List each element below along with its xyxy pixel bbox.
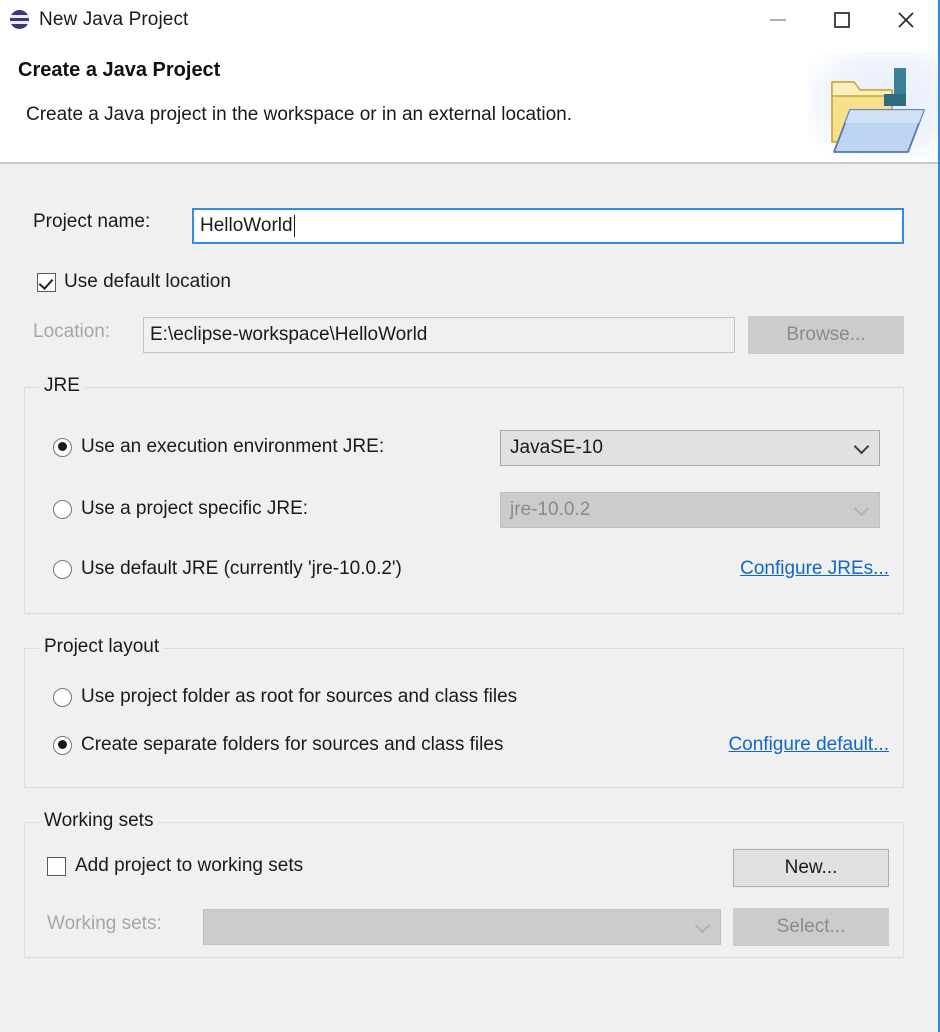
working-sets-row: Working sets:: [47, 913, 162, 935]
text-caret: [293, 215, 296, 237]
chevron-down-icon: [853, 500, 870, 517]
maximize-button[interactable]: [810, 0, 874, 40]
layout-option-project-folder-root[interactable]: Use project folder as root for sources a…: [53, 686, 517, 708]
layout-option-separate-folders[interactable]: Create separate folders for sources and …: [53, 734, 503, 756]
jre-project-specific-label: Use a project specific JRE:: [81, 498, 309, 519]
eclipse-logo-icon: [8, 9, 30, 31]
project-layout-group: Project layout Use project folder as roo…: [24, 636, 904, 788]
layout-separate-folders-radio[interactable]: [53, 735, 72, 755]
maximize-icon: [834, 12, 850, 28]
use-default-location-checkbox[interactable]: [37, 272, 56, 292]
page-description: Create a Java project in the workspace o…: [26, 104, 573, 125]
jre-default-radio[interactable]: [53, 559, 72, 579]
jre-project-specific-combo-value: jre-10.0.2: [510, 499, 591, 520]
layout-project-folder-root-label: Use project folder as root for sources a…: [81, 686, 518, 707]
jre-group-title: JRE: [39, 375, 85, 397]
window-controls: [746, 0, 938, 40]
close-icon: [898, 12, 914, 28]
project-name-input[interactable]: HelloWorld: [192, 208, 904, 244]
browse-button: Browse...: [748, 316, 904, 354]
minimize-button[interactable]: [746, 0, 810, 40]
location-row: Location:: [33, 321, 110, 343]
jre-execution-environment-radio[interactable]: [53, 437, 72, 457]
location-value: E:\eclipse-workspace\HelloWorld: [150, 324, 428, 345]
java-project-folder-icon: [808, 40, 938, 162]
configure-default-link[interactable]: Configure default...: [728, 734, 889, 756]
project-name-value: HelloWorld: [200, 215, 293, 236]
jre-option-execution-environment[interactable]: Use an execution environment JRE:: [53, 436, 384, 458]
location-label: Location:: [33, 321, 111, 342]
title-bar: New Java Project: [0, 0, 938, 40]
new-working-set-button[interactable]: New...: [733, 849, 889, 887]
project-name-label: Project name:: [33, 211, 151, 232]
add-project-to-working-sets-row[interactable]: Add project to working sets: [47, 855, 303, 877]
working-sets-label: Working sets:: [47, 913, 162, 934]
select-working-set-button: Select...: [733, 908, 889, 946]
chevron-down-icon: [853, 438, 870, 455]
working-sets-group-title: Working sets: [39, 810, 159, 832]
location-input: E:\eclipse-workspace\HelloWorld: [143, 317, 735, 353]
jre-default-label: Use default JRE (currently 'jre-10.0.2'): [81, 558, 402, 579]
layout-separate-folders-label: Create separate folders for sources and …: [81, 734, 504, 755]
jre-execution-environment-combo-value: JavaSE-10: [510, 437, 603, 458]
window-title: New Java Project: [39, 9, 189, 30]
jre-execution-environment-combo[interactable]: JavaSE-10: [500, 430, 880, 466]
layout-project-folder-root-radio[interactable]: [53, 687, 72, 707]
jre-group: JRE Use an execution environment JRE: Ja…: [24, 375, 904, 614]
close-button[interactable]: [874, 0, 938, 40]
working-sets-group: Working sets Add project to working sets…: [24, 810, 904, 958]
new-java-project-dialog: { "window": { "title": "New Java Project…: [0, 0, 940, 1032]
jre-option-project-specific[interactable]: Use a project specific JRE:: [53, 498, 308, 520]
project-layout-group-title: Project layout: [39, 636, 165, 658]
add-project-to-working-sets-checkbox[interactable]: [47, 856, 66, 876]
dialog-header: Create a Java Project Create a Java proj…: [0, 40, 938, 164]
working-sets-combo: [203, 909, 721, 945]
use-default-location-label: Use default location: [64, 271, 231, 292]
jre-execution-environment-label: Use an execution environment JRE:: [81, 436, 385, 457]
add-project-to-working-sets-label: Add project to working sets: [75, 855, 304, 876]
jre-option-default[interactable]: Use default JRE (currently 'jre-10.0.2'): [53, 558, 402, 580]
jre-project-specific-radio[interactable]: [53, 499, 72, 519]
chevron-down-icon: [694, 917, 711, 934]
use-default-location-row[interactable]: Use default location: [37, 271, 231, 293]
minimize-icon: [770, 19, 786, 21]
configure-jres-link[interactable]: Configure JREs...: [740, 558, 889, 580]
dialog-body: Project name: HelloWorld Use default loc…: [0, 166, 938, 1032]
project-name-row: Project name:: [33, 211, 150, 233]
jre-project-specific-combo: jre-10.0.2: [500, 492, 880, 528]
page-title: Create a Java Project: [18, 59, 221, 81]
